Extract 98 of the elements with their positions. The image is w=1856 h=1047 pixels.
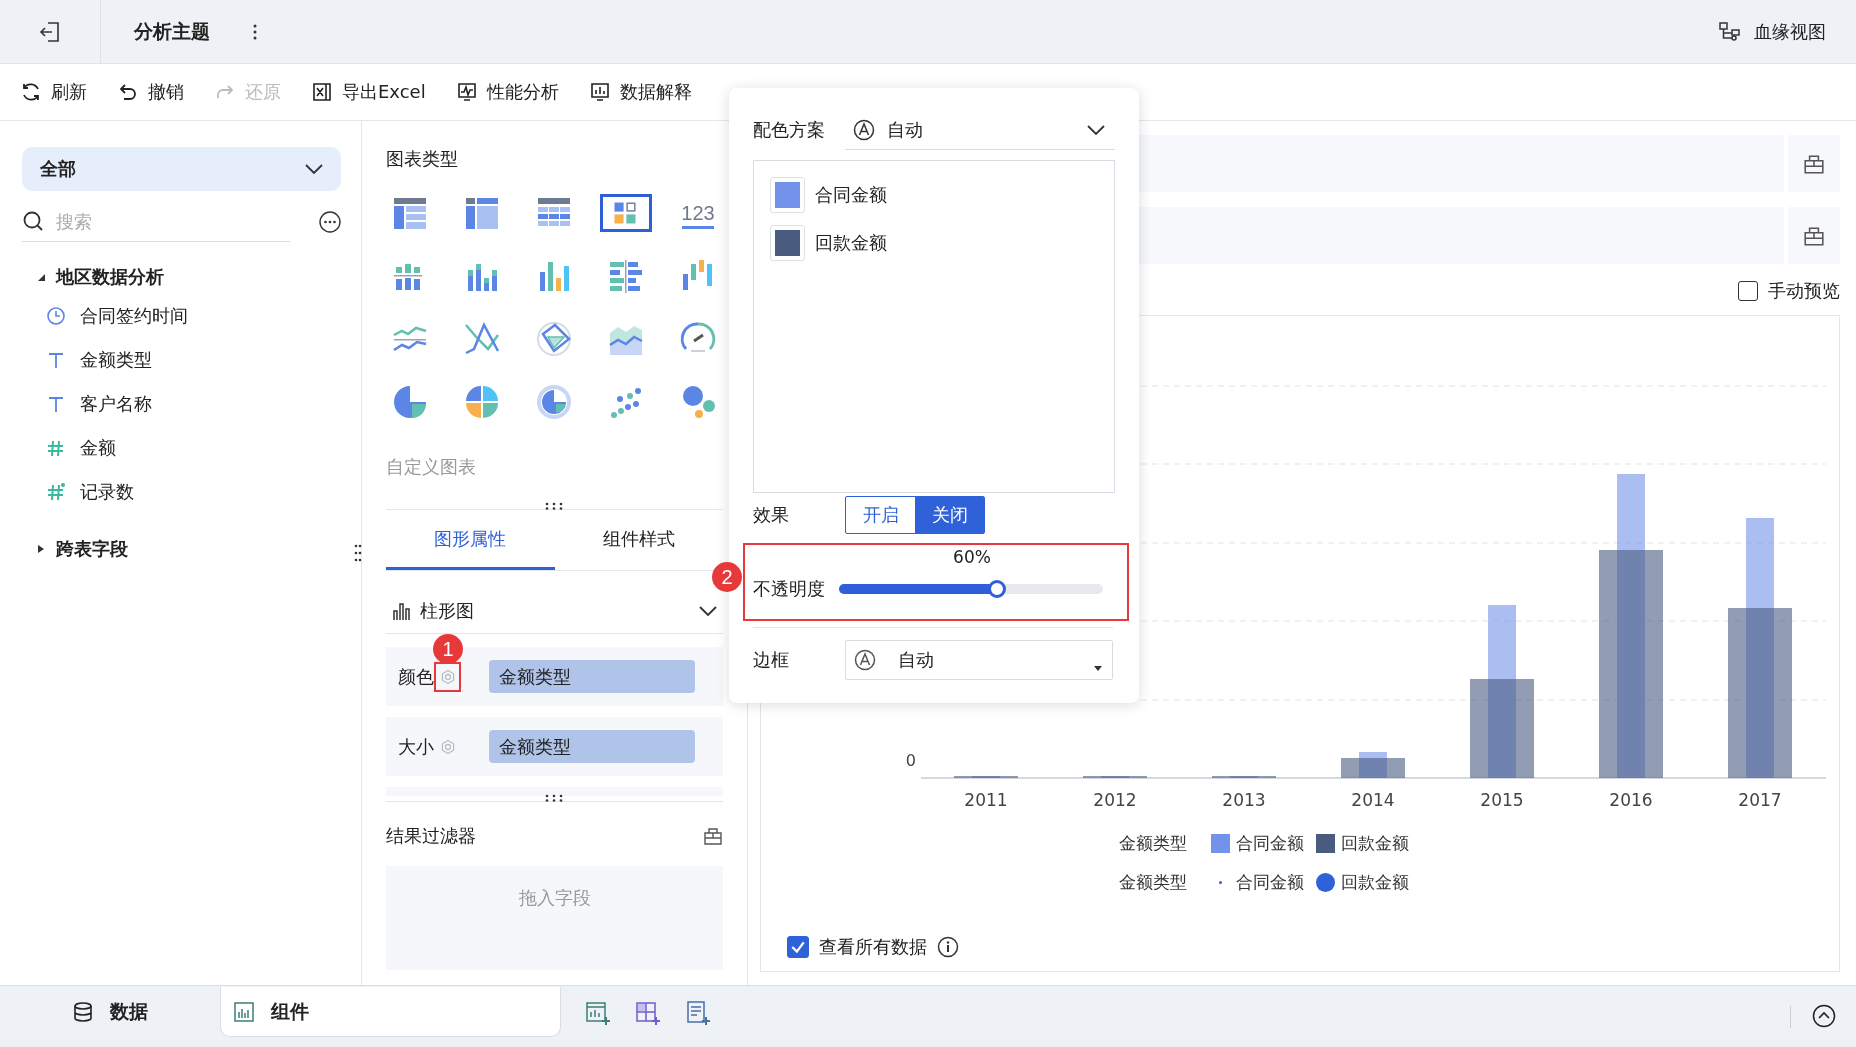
auto-icon bbox=[854, 649, 876, 671]
hash-icon bbox=[46, 482, 66, 502]
color-picker[interactable] bbox=[770, 177, 805, 213]
color-picker[interactable] bbox=[770, 225, 805, 261]
axis-label: 2014 bbox=[1351, 790, 1395, 810]
resize-handle[interactable] bbox=[544, 794, 564, 802]
axis-label: 2017 bbox=[1738, 790, 1782, 810]
lineage-view-button[interactable]: 血缘视图 bbox=[1718, 19, 1826, 44]
exit-icon[interactable] bbox=[38, 19, 62, 44]
section-heading: 图表类型 bbox=[386, 147, 459, 171]
add-text-icon[interactable] bbox=[685, 1000, 711, 1026]
chevron-down-icon bbox=[1087, 124, 1105, 135]
more-icon[interactable] bbox=[252, 23, 258, 40]
bar-chart-icon bbox=[392, 601, 412, 621]
text-type-icon bbox=[46, 350, 66, 370]
monitor-bars-icon bbox=[588, 81, 611, 103]
border-dropdown[interactable]: 自动 bbox=[845, 640, 1113, 680]
add-chart-icon[interactable] bbox=[585, 1000, 611, 1026]
search-icon[interactable] bbox=[22, 210, 44, 232]
chevron-down-icon bbox=[305, 164, 323, 174]
filter-settings-icon[interactable] bbox=[703, 826, 723, 846]
chart-icon bbox=[233, 1000, 255, 1023]
field-item[interactable]: 金额 bbox=[22, 426, 341, 470]
chart-type-button[interactable] bbox=[600, 193, 652, 232]
legend-item[interactable]: 合同金额 bbox=[1211, 871, 1304, 894]
chart-type-button[interactable]: 123 bbox=[672, 186, 724, 239]
search-field[interactable]: 搜索 bbox=[56, 205, 276, 237]
collapsed-triangle-icon bbox=[36, 544, 46, 554]
toolbar-button[interactable]: 撤销 bbox=[117, 80, 184, 104]
scope-dropdown[interactable]: 全部 bbox=[22, 147, 341, 191]
property-label: 大小 bbox=[398, 734, 434, 759]
resize-handle[interactable] bbox=[354, 543, 362, 563]
segment-option[interactable]: 开启 bbox=[846, 497, 915, 533]
legend-title: 金额类型 bbox=[1119, 832, 1187, 855]
axis-label: 2015 bbox=[1480, 790, 1524, 810]
info-icon[interactable] bbox=[937, 936, 959, 958]
legend-dot bbox=[1219, 881, 1222, 884]
collapse-icon[interactable] bbox=[1812, 1004, 1836, 1028]
lineage-icon bbox=[1718, 20, 1742, 43]
bottom-tab[interactable]: 数据 bbox=[0, 987, 220, 1037]
text-type-icon bbox=[46, 394, 66, 414]
setting-label: 效果 bbox=[753, 503, 790, 527]
view-all-checkbox[interactable]: 查看所有数据 bbox=[787, 935, 927, 959]
legend-item[interactable]: 合同金额 bbox=[1211, 832, 1304, 855]
segment-option[interactable]: 关闭 bbox=[915, 497, 984, 533]
annotation-marker: 2 bbox=[712, 562, 742, 592]
color-scheme-dropdown[interactable]: 自动 bbox=[845, 110, 1115, 150]
axis-label: 2012 bbox=[1093, 790, 1137, 810]
field-item[interactable]: 记录数 bbox=[22, 470, 341, 514]
field-chip[interactable]: 金额类型 bbox=[489, 660, 695, 693]
setting-label: 配色方案 bbox=[753, 118, 826, 142]
setting-label: 不透明度 bbox=[753, 577, 826, 601]
monitor-pulse-icon bbox=[455, 81, 478, 103]
property-label: 颜色 bbox=[398, 664, 434, 689]
expanded-triangle-icon bbox=[36, 272, 46, 282]
resize-handle[interactable] bbox=[544, 502, 564, 510]
caret-icon bbox=[1094, 666, 1102, 671]
toolbar-button[interactable]: 导出Excel bbox=[311, 80, 426, 104]
page-title: 分析主题 bbox=[134, 18, 210, 44]
panel-tab[interactable]: 图形属性 bbox=[386, 510, 555, 570]
spreadsheet-icon bbox=[311, 81, 333, 103]
more-options-icon[interactable] bbox=[319, 210, 341, 233]
bottom-tab[interactable]: 组件 bbox=[220, 987, 561, 1037]
clock-icon bbox=[46, 306, 66, 326]
chevron-down-icon bbox=[699, 606, 717, 616]
toolbar-button[interactable]: 刷新 bbox=[20, 80, 87, 104]
legend-dot bbox=[1316, 873, 1335, 892]
auto-icon bbox=[853, 118, 875, 141]
slider-value: 60% bbox=[952, 546, 992, 569]
series-name: 回款金额 bbox=[815, 231, 887, 255]
field-item[interactable]: 合同签约时间 bbox=[22, 294, 341, 338]
add-layout-icon[interactable] bbox=[635, 1000, 661, 1026]
field-chip[interactable]: 金额类型 bbox=[489, 730, 695, 763]
database-icon bbox=[72, 1001, 94, 1023]
legend-item[interactable]: 回款金额 bbox=[1316, 832, 1409, 855]
axis-label: 2016 bbox=[1609, 790, 1653, 810]
tree-folder[interactable]: 地区数据分析 bbox=[22, 260, 341, 294]
axis-label: 0 bbox=[905, 751, 916, 770]
axis-label: 2011 bbox=[964, 790, 1008, 810]
axis-label: 2013 bbox=[1222, 790, 1266, 810]
legend-item[interactable]: 回款金额 bbox=[1316, 871, 1409, 894]
refresh-icon bbox=[20, 81, 42, 103]
tree-folder[interactable]: 跨表字段 bbox=[22, 532, 341, 566]
manual-preview-checkbox[interactable]: 手动预览 bbox=[1738, 279, 1840, 303]
field-item[interactable]: 客户名称 bbox=[22, 382, 341, 426]
chart-kind-dropdown[interactable]: 柱形图 bbox=[386, 589, 723, 634]
slider-thumb[interactable] bbox=[988, 580, 1007, 598]
series-name: 合同金额 bbox=[815, 183, 887, 207]
setting-label: 边框 bbox=[753, 648, 790, 672]
field-item[interactable]: 金额类型 bbox=[22, 338, 341, 382]
hash-icon bbox=[46, 438, 66, 458]
check-icon bbox=[790, 939, 806, 955]
toolbar-button[interactable]: 数据解释 bbox=[588, 80, 692, 104]
annotation-marker: 1 bbox=[433, 633, 463, 664]
legend-title: 金额类型 bbox=[1119, 871, 1187, 894]
toolbar-button[interactable]: 性能分析 bbox=[455, 80, 559, 104]
section-heading: 结果过滤器 bbox=[386, 824, 476, 848]
undo-icon bbox=[117, 81, 139, 103]
